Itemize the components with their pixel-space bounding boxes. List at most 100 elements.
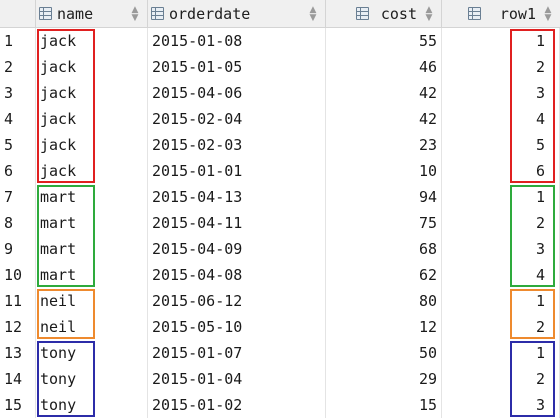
row-number[interactable]: 7 [0,184,36,210]
row-number[interactable]: 15 [0,392,36,418]
cell-cost[interactable]: 42 [326,106,442,132]
table-row[interactable]: 5 jack 2015-02-03 23 5 [0,132,560,158]
cell-name[interactable]: jack [36,158,148,184]
cell-row1[interactable]: 3 [442,80,560,106]
sort-arrows-icon[interactable]: ▲ ▼ [540,5,556,22]
table-row[interactable]: 10 mart 2015-04-08 62 4 [0,262,560,288]
cell-cost[interactable]: 42 [326,80,442,106]
cell-row1[interactable]: 5 [442,132,560,158]
cell-row1[interactable]: 3 [442,236,560,262]
row-number[interactable]: 13 [0,340,36,366]
cell-row1[interactable]: 2 [442,54,560,80]
cell-name[interactable]: mart [36,236,148,262]
cell-row1[interactable]: 3 [442,392,560,418]
cell-name[interactable]: mart [36,184,148,210]
row-number-header[interactable] [0,0,36,27]
cell-orderdate[interactable]: 2015-02-03 [148,132,326,158]
cell-orderdate[interactable]: 2015-06-12 [148,288,326,314]
cell-name[interactable]: mart [36,210,148,236]
cell-row1[interactable]: 1 [442,340,560,366]
row-number[interactable]: 4 [0,106,36,132]
cell-row1[interactable]: 2 [442,210,560,236]
cell-cost[interactable]: 29 [326,366,442,392]
table-row[interactable]: 9 mart 2015-04-09 68 3 [0,236,560,262]
cell-name[interactable]: neil [36,288,148,314]
table-row[interactable]: 7 mart 2015-04-13 94 1 [0,184,560,210]
column-header-cost[interactable]: cost ▲ ▼ [326,0,442,27]
cell-row1[interactable]: 1 [442,184,560,210]
table-row[interactable]: 15 tony 2015-01-02 15 3 [0,392,560,418]
table-row[interactable]: 13 tony 2015-01-07 50 1 [0,340,560,366]
column-header-label: cost [380,4,417,23]
cell-name[interactable]: neil [36,314,148,340]
cell-cost[interactable]: 75 [326,210,442,236]
cell-row1[interactable]: 2 [442,366,560,392]
cell-name[interactable]: tony [36,392,148,418]
cell-orderdate[interactable]: 2015-01-01 [148,158,326,184]
cell-row1[interactable]: 6 [442,158,560,184]
cell-orderdate[interactable]: 2015-05-10 [148,314,326,340]
row-number[interactable]: 11 [0,288,36,314]
cell-cost[interactable]: 50 [326,340,442,366]
column-header-row1[interactable]: row1 ▲ ▼ [442,0,560,27]
row-number[interactable]: 6 [0,158,36,184]
table-row[interactable]: 6 jack 2015-01-01 10 6 [0,158,560,184]
table-row[interactable]: 14 tony 2015-01-04 29 2 [0,366,560,392]
cell-name[interactable]: tony [36,366,148,392]
cell-cost[interactable]: 62 [326,262,442,288]
cell-orderdate[interactable]: 2015-04-11 [148,210,326,236]
row-number[interactable]: 1 [0,28,36,54]
column-header-orderdate[interactable]: orderdate ▲ ▼ [148,0,326,27]
table-row[interactable]: 12 neil 2015-05-10 12 2 [0,314,560,340]
cell-row1[interactable]: 1 [442,28,560,54]
cell-name[interactable]: jack [36,106,148,132]
cell-orderdate[interactable]: 2015-04-09 [148,236,326,262]
row-number[interactable]: 2 [0,54,36,80]
row-number[interactable]: 10 [0,262,36,288]
column-header-name[interactable]: name ▲ ▼ [36,0,148,27]
table-row[interactable]: 2 jack 2015-01-05 46 2 [0,54,560,80]
cell-cost[interactable]: 10 [326,158,442,184]
row-number[interactable]: 5 [0,132,36,158]
cell-cost[interactable]: 46 [326,54,442,80]
cell-cost[interactable]: 12 [326,314,442,340]
table-row[interactable]: 1 jack 2015-01-08 55 1 [0,28,560,54]
cell-orderdate[interactable]: 2015-04-13 [148,184,326,210]
cell-cost[interactable]: 23 [326,132,442,158]
cell-name[interactable]: mart [36,262,148,288]
row-number[interactable]: 8 [0,210,36,236]
cell-cost[interactable]: 55 [326,28,442,54]
row-number[interactable]: 3 [0,80,36,106]
cell-name[interactable]: tony [36,340,148,366]
table-row[interactable]: 8 mart 2015-04-11 75 2 [0,210,560,236]
cell-orderdate[interactable]: 2015-02-04 [148,106,326,132]
table-row[interactable]: 11 neil 2015-06-12 80 1 [0,288,560,314]
cell-row1[interactable]: 1 [442,288,560,314]
cell-orderdate[interactable]: 2015-04-08 [148,262,326,288]
cell-name[interactable]: jack [36,132,148,158]
cell-cost[interactable]: 68 [326,236,442,262]
sort-arrows-icon[interactable]: ▲ ▼ [305,5,321,22]
cell-cost[interactable]: 80 [326,288,442,314]
row-number[interactable]: 14 [0,366,36,392]
cell-name[interactable]: jack [36,80,148,106]
cell-row1[interactable]: 2 [442,314,560,340]
cell-orderdate[interactable]: 2015-04-06 [148,80,326,106]
cell-orderdate[interactable]: 2015-01-02 [148,392,326,418]
cell-cost[interactable]: 94 [326,184,442,210]
row-number[interactable]: 12 [0,314,36,340]
cell-name[interactable]: jack [36,54,148,80]
cell-orderdate[interactable]: 2015-01-04 [148,366,326,392]
sort-arrows-icon[interactable]: ▲ ▼ [421,5,437,22]
cell-row1[interactable]: 4 [442,106,560,132]
cell-orderdate[interactable]: 2015-01-07 [148,340,326,366]
cell-orderdate[interactable]: 2015-01-05 [148,54,326,80]
cell-cost[interactable]: 15 [326,392,442,418]
cell-row1[interactable]: 4 [442,262,560,288]
table-row[interactable]: 4 jack 2015-02-04 42 4 [0,106,560,132]
cell-orderdate[interactable]: 2015-01-08 [148,28,326,54]
cell-name[interactable]: jack [36,28,148,54]
table-row[interactable]: 3 jack 2015-04-06 42 3 [0,80,560,106]
sort-arrows-icon[interactable]: ▲ ▼ [127,5,143,22]
row-number[interactable]: 9 [0,236,36,262]
